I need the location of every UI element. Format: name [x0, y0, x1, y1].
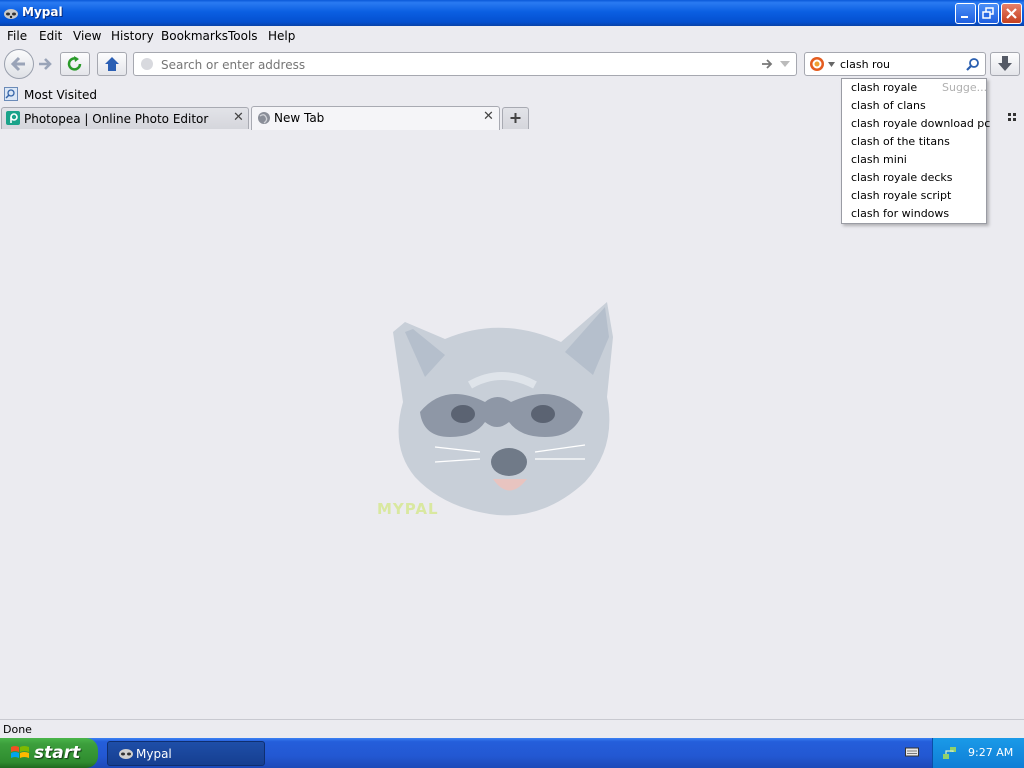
home-button[interactable]	[97, 52, 127, 76]
search-engine-icon[interactable]	[809, 56, 825, 72]
address-bar[interactable]	[133, 52, 797, 76]
suggestion-item[interactable]: clash for windows	[851, 207, 949, 220]
close-tab-icon[interactable]: ✕	[483, 109, 494, 124]
search-bar[interactable]: clash rou	[804, 52, 986, 76]
mypal-raccoon-icon	[119, 749, 133, 759]
globe-icon	[258, 112, 270, 124]
start-label: start	[34, 743, 81, 763]
most-visited-icon	[4, 87, 18, 101]
clock: 9:27 AM	[968, 746, 1014, 759]
downloads-button[interactable]	[990, 52, 1020, 76]
suggestion-item[interactable]: clash royale	[851, 81, 917, 94]
suggestions-header: Sugge...	[942, 81, 988, 94]
menu-file[interactable]: File	[7, 29, 27, 43]
forward-button[interactable]	[36, 56, 54, 72]
tab-label: New Tab	[274, 111, 325, 125]
close-button[interactable]	[1001, 3, 1022, 24]
reload-button[interactable]	[60, 52, 90, 76]
suggestion-item[interactable]: clash of the titans	[851, 135, 950, 148]
minimize-button[interactable]	[955, 3, 976, 24]
back-button[interactable]	[4, 49, 34, 79]
menu-view[interactable]: View	[73, 29, 101, 43]
address-input[interactable]	[159, 57, 743, 73]
suggestion-item[interactable]: clash royale decks	[851, 171, 953, 184]
search-suggestions-dropdown: Sugge... clash royale clash of clans cla…	[841, 78, 990, 224]
taskbar-window-mypal[interactable]: Mypal	[107, 741, 265, 766]
photopea-icon	[6, 111, 20, 125]
windows-logo-icon	[11, 746, 29, 758]
status-text: Done	[3, 723, 32, 736]
keyboard-icon[interactable]	[905, 746, 919, 758]
status-bar: Done	[0, 719, 1024, 739]
suggestion-item[interactable]: clash royale script	[851, 189, 951, 202]
mypal-logo-text: MYPAL	[377, 500, 439, 518]
window-title: Mypal	[22, 5, 63, 19]
go-arrow-icon[interactable]	[760, 57, 774, 71]
taskbar-window-label: Mypal	[136, 747, 172, 761]
menu-edit[interactable]: Edit	[39, 29, 62, 43]
menu-history[interactable]: History	[111, 29, 154, 43]
suggestion-item[interactable]: clash mini	[851, 153, 907, 166]
engine-dropdown-icon[interactable]	[828, 62, 835, 67]
search-input[interactable]: clash rou	[840, 58, 890, 71]
new-tab-button[interactable]	[502, 107, 529, 129]
restore-button[interactable]	[978, 3, 999, 24]
search-icon[interactable]	[965, 57, 980, 72]
tab-new-tab[interactable]: New Tab ✕	[251, 106, 500, 130]
network-icon[interactable]	[942, 745, 958, 761]
menu-bookmarks[interactable]: Bookmarks	[161, 29, 228, 43]
title-bar[interactable]	[0, 0, 1024, 26]
globe-icon	[141, 58, 153, 70]
suggestion-item[interactable]: clash royale download pc	[851, 117, 990, 130]
tab-label: Photopea | Online Photo Editor	[24, 112, 209, 126]
mypal-raccoon-logo	[385, 297, 617, 522]
close-tab-icon[interactable]: ✕	[233, 110, 244, 125]
dropdown-arrow-icon[interactable]	[779, 59, 791, 69]
bookmark-most-visited[interactable]: Most Visited	[24, 88, 97, 102]
menu-help[interactable]: Help	[268, 29, 295, 43]
menu-tools[interactable]: Tools	[228, 29, 258, 43]
tab-groups-grid-icon[interactable]	[1008, 113, 1018, 123]
tab-photopea[interactable]: Photopea | Online Photo Editor ✕	[1, 107, 249, 129]
suggestion-item[interactable]: clash of clans	[851, 99, 926, 112]
mypal-raccoon-icon	[3, 5, 19, 21]
